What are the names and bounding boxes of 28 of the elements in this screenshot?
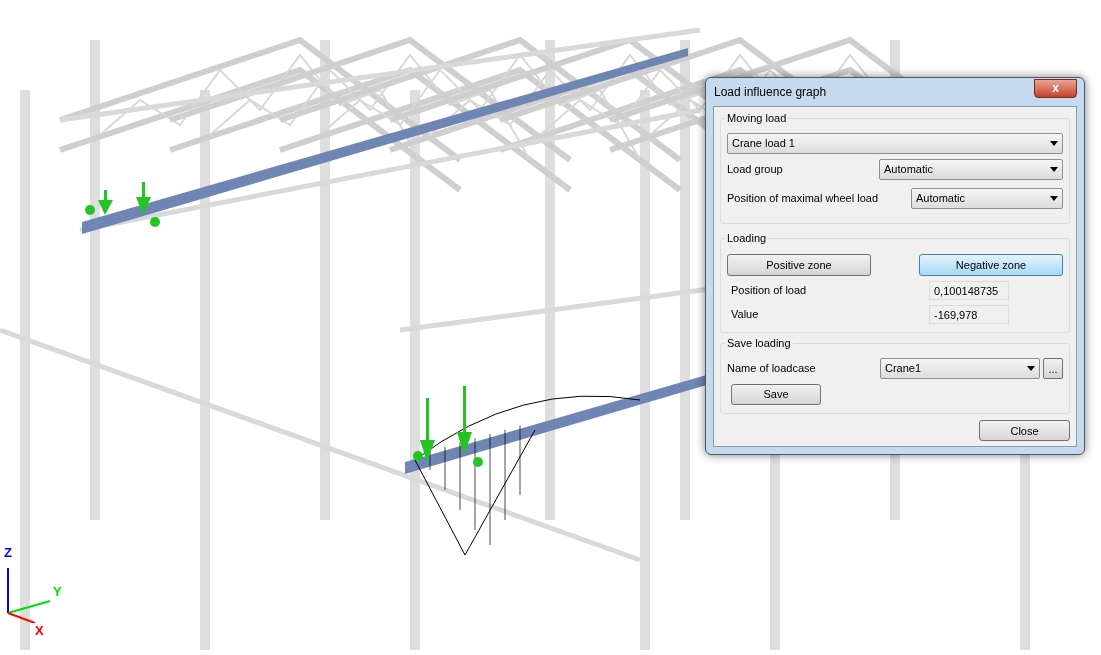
axis-label: X bbox=[35, 624, 44, 637]
caret-icon bbox=[1050, 196, 1058, 201]
value-field[interactable]: 0,100148735 bbox=[929, 281, 1009, 300]
field-label: Position of load bbox=[731, 283, 807, 299]
field-label: Load group bbox=[727, 162, 783, 178]
caret-icon bbox=[1050, 141, 1058, 146]
window-title: Load influence graph bbox=[713, 84, 827, 101]
browse-button[interactable]: ... bbox=[1043, 358, 1063, 379]
group-title: Moving load bbox=[725, 111, 789, 125]
group-title: Save loading bbox=[725, 336, 793, 350]
caret-icon bbox=[1027, 366, 1035, 371]
field-label: Name of loadcase bbox=[727, 361, 816, 377]
group-title: Loading bbox=[725, 231, 769, 245]
value-field[interactable]: -169,978 bbox=[929, 305, 1009, 324]
caret-icon bbox=[1050, 167, 1058, 172]
field-label: Value bbox=[731, 307, 759, 323]
dropdown[interactable]: Crane load 1 bbox=[727, 133, 1063, 154]
zone-button[interactable]: Positive zone bbox=[727, 254, 871, 276]
zone-button[interactable]: Negative zone bbox=[919, 254, 1063, 276]
axis-triad-icon bbox=[7, 568, 52, 623]
dropdown[interactable]: Automatic bbox=[911, 188, 1063, 209]
dropdown[interactable]: Crane1 bbox=[880, 358, 1040, 379]
axis-label: Z bbox=[4, 546, 12, 559]
field-label: Position of maximal wheel load bbox=[727, 191, 879, 207]
save-button[interactable]: Save bbox=[731, 384, 821, 405]
dropdown[interactable]: Automatic bbox=[879, 159, 1063, 180]
close-dialog-button[interactable]: Close bbox=[979, 420, 1070, 442]
axis-label: Y bbox=[53, 585, 62, 598]
